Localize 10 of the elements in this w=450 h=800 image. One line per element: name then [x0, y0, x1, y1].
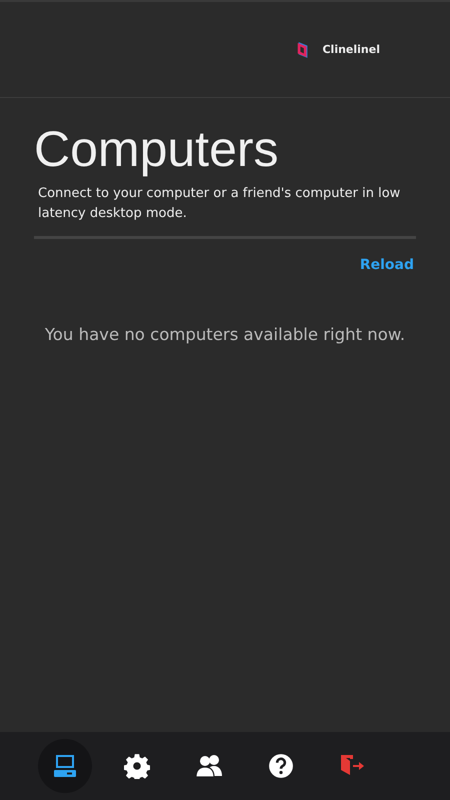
page-description: Connect to your computer or a friend's computer in low latency desktop mode.: [38, 185, 402, 223]
reload-link[interactable]: Reload: [360, 257, 414, 273]
help-icon: [268, 753, 294, 779]
empty-message: You have no computers available right now.: [44, 325, 406, 344]
brand-name: Clinelinel: [322, 43, 380, 56]
page-title: Computers: [34, 120, 280, 178]
logo-icon: [296, 40, 310, 58]
settings-icon: [124, 753, 150, 779]
people-icon: [195, 754, 223, 778]
computer-icon: [52, 753, 78, 779]
